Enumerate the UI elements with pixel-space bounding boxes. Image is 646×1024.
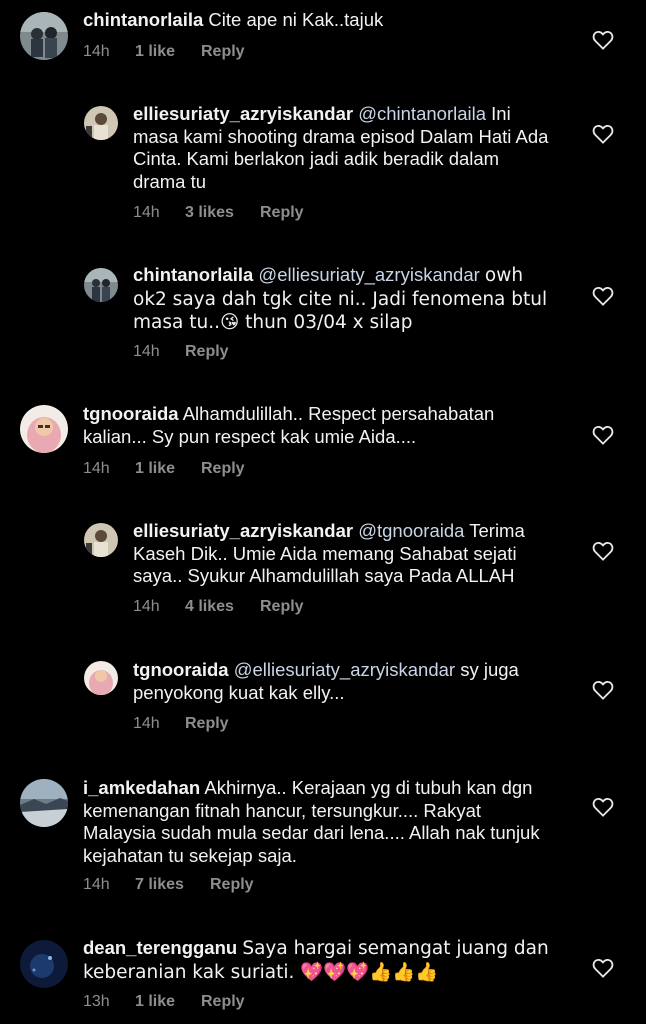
comment-meta: 14h 4 likes Reply (133, 598, 304, 616)
comment-meta: 14h 1 like Reply (83, 43, 245, 61)
comment-text: dean_terengganu Saya hargai semangat jua… (83, 937, 556, 984)
timestamp: 14h (83, 460, 110, 477)
comment-meta: 14h Reply (133, 715, 229, 733)
likes-count[interactable]: 1 like (135, 993, 201, 1011)
comment-text: chintanorlaila @elliesuriaty_azryiskanda… (133, 264, 556, 335)
comment-meta: 14h Reply (133, 343, 229, 361)
likes-count[interactable]: 1 like (135, 460, 201, 478)
likes-count[interactable]: 4 likes (185, 598, 260, 616)
mention-link[interactable]: @tgnooraida (358, 520, 464, 541)
heart-icon[interactable] (592, 30, 614, 50)
username[interactable]: dean_terengganu (83, 937, 237, 958)
avatar[interactable] (84, 106, 118, 140)
reply-button[interactable]: Reply (260, 598, 304, 616)
likes-count[interactable]: 7 likes (135, 876, 210, 894)
comment-text: elliesuriaty_azryiskandar @chintanorlail… (133, 103, 556, 193)
heart-icon[interactable] (592, 797, 614, 817)
username[interactable]: chintanorlaila (83, 9, 203, 30)
reply-button[interactable]: Reply (201, 993, 245, 1011)
comment-meta: 14h 3 likes Reply (133, 204, 304, 222)
likes-count[interactable]: 3 likes (185, 204, 260, 222)
avatar[interactable] (84, 268, 118, 302)
avatar[interactable] (20, 940, 68, 988)
reply-button[interactable]: Reply (210, 876, 254, 894)
avatar[interactable] (20, 405, 68, 453)
heart-icon[interactable] (592, 286, 614, 306)
timestamp: 14h (83, 876, 110, 893)
comment-meta: 13h 1 like Reply (83, 993, 245, 1011)
heart-icon[interactable] (592, 425, 614, 445)
reply-button[interactable]: Reply (185, 715, 229, 733)
heart-icon[interactable] (592, 680, 614, 700)
heart-icon[interactable] (592, 541, 614, 561)
likes-count[interactable]: 1 like (135, 43, 201, 61)
avatar[interactable] (84, 661, 118, 695)
comment-text: chintanorlaila Cite ape ni Kak..tajuk (83, 9, 556, 32)
avatar[interactable] (20, 779, 68, 827)
username[interactable]: tgnooraida (133, 659, 229, 680)
mention-link[interactable]: @elliesuriaty_azryiskandar (258, 264, 479, 285)
username[interactable]: elliesuriaty_azryiskandar (133, 103, 353, 124)
avatar[interactable] (20, 12, 68, 60)
timestamp: 14h (133, 715, 160, 732)
comment-text: elliesuriaty_azryiskandar @tgnooraida Te… (133, 520, 556, 588)
comment-meta: 14h 1 like Reply (83, 460, 245, 478)
timestamp: 14h (133, 204, 160, 221)
reply-button[interactable]: Reply (260, 204, 304, 222)
timestamp: 14h (133, 598, 160, 615)
username[interactable]: i_amkedahan (83, 777, 200, 798)
timestamp: 14h (83, 43, 110, 60)
comment-body: Cite ape ni Kak..tajuk (208, 9, 384, 30)
timestamp: 13h (83, 993, 110, 1010)
reply-button[interactable]: Reply (185, 343, 229, 361)
comment-meta: 14h 7 likes Reply (83, 876, 254, 894)
username[interactable]: tgnooraida (83, 403, 179, 424)
reply-button[interactable]: Reply (201, 43, 245, 61)
avatar[interactable] (84, 523, 118, 557)
comment-text: tgnooraida @elliesuriaty_azryiskandar sy… (133, 659, 556, 704)
reply-button[interactable]: Reply (201, 460, 245, 478)
mention-link[interactable]: @elliesuriaty_azryiskandar (234, 659, 455, 680)
username[interactable]: chintanorlaila (133, 264, 253, 285)
heart-icon[interactable] (592, 124, 614, 144)
heart-icon[interactable] (592, 958, 614, 978)
username[interactable]: elliesuriaty_azryiskandar (133, 520, 353, 541)
comment-text: tgnooraida Alhamdulillah.. Respect persa… (83, 403, 556, 448)
comment-text: i_amkedahan Akhirnya.. Kerajaan yg di tu… (83, 777, 556, 867)
mention-link[interactable]: @chintanorlaila (358, 103, 486, 124)
timestamp: 14h (133, 343, 160, 360)
